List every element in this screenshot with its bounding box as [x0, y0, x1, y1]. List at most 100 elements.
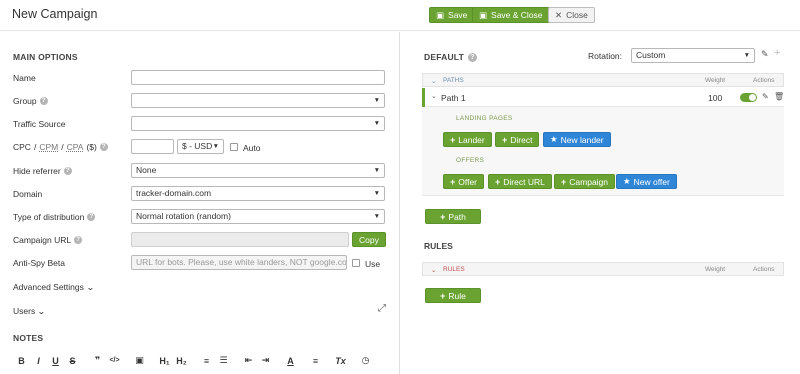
close-button[interactable]: ✕ Close: [548, 7, 595, 23]
align-icon[interactable]: ≡: [307, 356, 324, 366]
distribution-select[interactable]: Normal rotation (random) ▼: [131, 209, 385, 224]
domain-select[interactable]: tracker-domain.com ▼: [131, 186, 385, 201]
save-button[interactable]: ▣ Save: [429, 7, 475, 23]
bold-icon[interactable]: B: [13, 356, 30, 366]
chevron-down-icon[interactable]: ⌄: [431, 92, 437, 100]
heading1-icon[interactable]: H₁: [156, 356, 173, 366]
rotation-select[interactable]: Custom ▼: [631, 48, 755, 63]
name-input[interactable]: [131, 70, 385, 85]
add-direct-button[interactable]: + Direct: [495, 132, 540, 147]
new-offer-button[interactable]: ★ New offer: [616, 174, 677, 189]
chevron-down-icon[interactable]: ⌄: [431, 77, 436, 85]
path-toggle[interactable]: [740, 93, 757, 102]
chevron-down-icon: ▼: [373, 190, 380, 197]
rotation-label: Rotation:: [588, 51, 623, 61]
path-row[interactable]: ⌄ Path 1 100 ✎ 🗑: [422, 88, 784, 107]
path-name: Path 1: [441, 93, 466, 103]
plus-icon: +: [561, 176, 567, 187]
image-icon[interactable]: ▣: [131, 355, 148, 366]
save-close-button[interactable]: ▣ Save & Close: [472, 7, 550, 23]
hide-referrer-label: Hide referrer?: [13, 166, 72, 176]
clock-icon[interactable]: ◷: [357, 355, 374, 366]
help-icon[interactable]: ?: [87, 213, 96, 221]
currency-select[interactable]: $ - USD ▼: [177, 139, 224, 154]
anti-spy-input[interactable]: URL for bots. Please, use white landers,…: [131, 255, 347, 270]
help-icon[interactable]: ?: [63, 167, 72, 175]
traffic-source-label: Traffic Source: [13, 119, 66, 129]
ordered-list-icon[interactable]: ≡: [198, 356, 215, 366]
group-label: Group?: [13, 96, 48, 106]
plus-icon: +: [502, 134, 508, 145]
page-title: New Campaign: [12, 7, 98, 21]
cost-model-label: CPC / CPM / CPA ($) ?: [13, 142, 108, 152]
add-lander-button[interactable]: + Lander: [443, 132, 492, 147]
chevron-down-icon: ⌄: [85, 282, 95, 292]
plus-icon: +: [440, 290, 446, 301]
save-icon: ▣: [436, 10, 445, 20]
copy-button[interactable]: Copy: [352, 232, 386, 247]
expand-icon[interactable]: ⤢: [378, 303, 386, 314]
traffic-source-select[interactable]: ▼: [131, 116, 385, 131]
offers-label: OFFERS: [456, 157, 485, 164]
help-icon[interactable]: ?: [467, 52, 477, 62]
chevron-down-icon: ▼: [373, 213, 380, 220]
hide-referrer-select[interactable]: None ▼: [131, 163, 385, 178]
cost-input[interactable]: [131, 139, 174, 154]
add-direct-url-button[interactable]: + Direct URL: [488, 174, 552, 189]
pin-icon[interactable]: ✎: [761, 49, 769, 60]
add-offer-button[interactable]: + Offer: [443, 174, 485, 189]
campaign-url-label: Campaign URL?: [13, 235, 83, 245]
cpm-link[interactable]: CPM: [39, 142, 58, 152]
pin-icon[interactable]: ✎: [762, 92, 769, 101]
name-label: Name: [13, 73, 36, 83]
bullet-list-icon[interactable]: ☰: [215, 355, 232, 366]
notes-editor-toolbar: B I U S ❞ </> ▣ H₁ H₂ ≡ ☰ ⇤ ⇥ A ≡ Tx ◷: [13, 355, 374, 366]
add-rule-button[interactable]: + Rule: [425, 288, 481, 303]
cpa-link[interactable]: CPA: [67, 142, 84, 152]
indent-icon[interactable]: ⇥: [257, 355, 274, 366]
new-lander-button[interactable]: ★ New lander: [543, 132, 611, 147]
help-icon[interactable]: ?: [99, 143, 108, 151]
heading2-icon[interactable]: H₂: [173, 356, 190, 366]
anti-spy-label: Anti-Spy Beta: [13, 258, 65, 268]
plus-icon[interactable]: +: [774, 47, 780, 59]
chevron-down-icon[interactable]: ⌄: [431, 266, 436, 274]
auto-checkbox[interactable]: [230, 143, 238, 151]
chevron-down-icon: ▼: [373, 97, 380, 104]
add-campaign-button[interactable]: + Campaign: [554, 174, 616, 189]
group-select[interactable]: ▼: [131, 93, 385, 108]
trash-icon[interactable]: 🗑: [774, 92, 784, 101]
main-options-title: MAIN OPTIONS: [13, 52, 78, 62]
use-label: Use: [365, 259, 381, 269]
rules-grid-header: ⌄ RULES Weight Actions: [422, 262, 784, 276]
plus-icon: +: [450, 176, 456, 187]
main-options-panel: MAIN OPTIONS Name Group? ▼ Traffic Sourc…: [0, 32, 400, 374]
help-icon[interactable]: ?: [74, 236, 83, 244]
chevron-down-icon: ▼: [212, 143, 219, 150]
advanced-settings-toggle[interactable]: Advanced Settings ⌄: [13, 282, 95, 292]
plus-icon: +: [440, 211, 446, 222]
star-icon: ★: [550, 134, 558, 144]
help-icon[interactable]: ?: [39, 97, 48, 105]
notes-title: NOTES: [13, 333, 44, 343]
distribution-label: Type of distribution?: [13, 212, 96, 222]
star-icon: ★: [623, 176, 631, 186]
clear-format-icon[interactable]: Tx: [332, 356, 349, 366]
path-details: LANDING PAGES + Lander + Direct ★ New lande…: [422, 107, 784, 196]
strike-icon[interactable]: S: [64, 356, 81, 366]
text-color-icon[interactable]: A: [282, 356, 299, 366]
italic-icon[interactable]: I: [30, 356, 47, 366]
add-path-button[interactable]: + Path: [425, 209, 481, 224]
chevron-down-icon: ▼: [373, 167, 380, 174]
users-toggle[interactable]: Users ⌄: [13, 306, 46, 316]
campaign-url-input[interactable]: [131, 232, 349, 247]
outdent-icon[interactable]: ⇤: [240, 355, 257, 366]
underline-icon[interactable]: U: [47, 356, 64, 366]
default-title: DEFAULT ?: [424, 52, 477, 62]
top-header: New Campaign ▣ Save ▣ Save & Close ✕ Clo…: [0, 0, 800, 31]
code-icon[interactable]: </>: [106, 357, 123, 364]
domain-label: Domain: [13, 189, 43, 199]
quote-icon[interactable]: ❞: [89, 355, 106, 366]
path-weight[interactable]: 100: [708, 93, 722, 103]
use-checkbox[interactable]: [352, 259, 360, 267]
